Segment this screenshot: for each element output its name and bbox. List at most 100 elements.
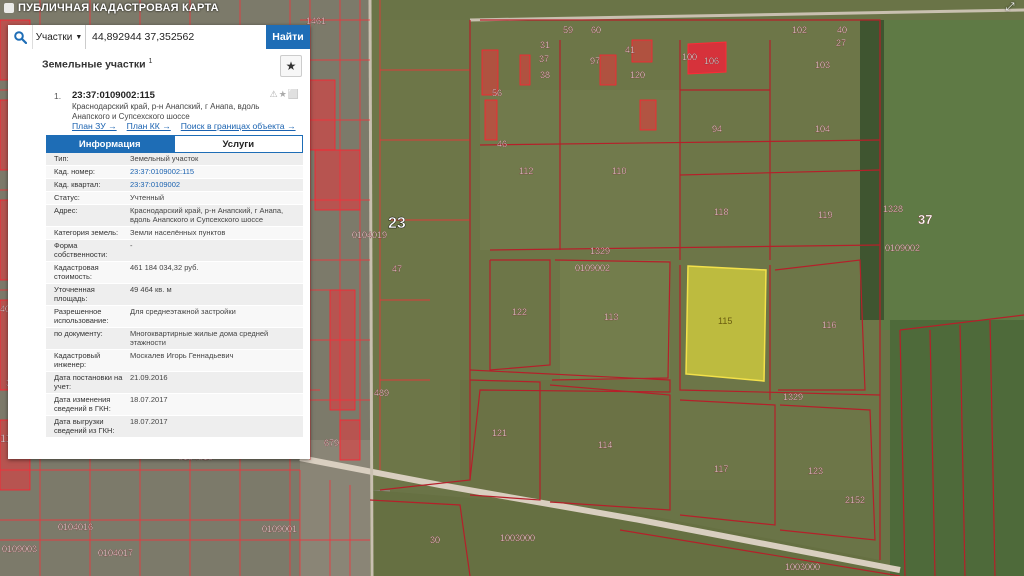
info-row: Уточненная площадь: 49 464 кв. м [46, 284, 303, 306]
row-label: Разрешенное использование: [54, 307, 109, 325]
map-label: 37 [918, 212, 932, 227]
fullscreen-icon[interactable]: ⤢ [1000, 0, 1020, 14]
card-actions: ⚠★⬜ [270, 89, 300, 100]
map-label: 103 [815, 60, 830, 70]
row-value: 461 184 034,32 руб. [130, 263, 199, 272]
map-label: 1328 [883, 204, 903, 214]
chevron-down-icon: ▼ [75, 33, 83, 41]
results-title: Земельные участки 1 [42, 58, 153, 71]
search-panel: Участки ▼ Найти Земельные участки 1 ★ 1.… [8, 25, 310, 459]
map-label: 113 [604, 312, 618, 322]
row-label: Кадастровый инженер: [54, 351, 101, 369]
map-label: 1329 [783, 392, 803, 402]
info-row: Кад. номер: 23:37:0109002:115 [46, 166, 303, 179]
info-row: Тип: Земельный участок [46, 153, 303, 166]
tab-services[interactable]: Услуги [173, 135, 303, 153]
cadastral-number[interactable]: 23:37:0109002:115 [72, 90, 155, 101]
map-label: 27 [836, 38, 846, 48]
row-label: по документу: [54, 329, 103, 338]
app-logo-icon[interactable] [4, 3, 14, 13]
expand-icon[interactable]: ⬜ [288, 89, 300, 99]
map-label: 118 [714, 207, 728, 217]
warning-icon[interactable]: ⚠ [270, 89, 279, 99]
map-label: 102 [792, 25, 807, 35]
map-label: 121 [492, 428, 507, 438]
search-icon[interactable] [8, 25, 33, 49]
map-label: 117 [714, 464, 728, 474]
cad-block-link[interactable]: 23:37:0109002 [130, 180, 303, 189]
results-count: 1 [148, 58, 153, 65]
row-label: Дата постановки на учет: [54, 373, 123, 391]
search-scope-label: Участки [35, 31, 73, 43]
map-label: 112 [519, 166, 533, 176]
map-label: 0109002 [885, 243, 920, 253]
star-icon: ★ [285, 59, 297, 73]
map-label: 0104019 [352, 230, 387, 240]
map-label: 94 [712, 124, 722, 134]
map-label: 0109002 [575, 263, 610, 273]
map-label: 47 [392, 264, 402, 274]
tab-information[interactable]: Информация [46, 135, 174, 153]
info-row: Дата выгрузки сведений из ГКН: 18.07.2017 [46, 416, 303, 438]
plan-kk-link[interactable]: План КК → [127, 121, 171, 131]
map-label: 122 [512, 307, 527, 317]
favorite-star-button[interactable]: ★ [280, 55, 302, 77]
info-row: по документу: Многоквартирные жилые дома … [46, 328, 303, 350]
search-input[interactable] [86, 25, 266, 49]
row-value: Для среднеэтажной застройки [130, 307, 236, 316]
plan-zu-link[interactable]: План ЗУ → [72, 121, 117, 131]
map-label: 1003000 [785, 562, 820, 572]
map-label: 679 [324, 438, 339, 448]
map-label: 120 [630, 70, 645, 80]
row-label: Тип: [54, 154, 69, 163]
map-label: 1329 [590, 246, 610, 256]
map-label: 0104017 [98, 548, 133, 558]
info-row: Адрес: Краснодарский край, р-н Анапский, … [46, 205, 303, 227]
map-label: 123 [808, 466, 823, 476]
row-label: Форма собственности: [54, 241, 108, 259]
row-label: Кад. квартал: [54, 180, 101, 189]
map-label: 56 [492, 88, 502, 98]
info-row: Кадастровая стоимость: 461 184 034,32 руб… [46, 262, 303, 284]
map-label: 115 [718, 316, 732, 326]
parcel-links: План ЗУ → План КК → Поиск в границах объ… [72, 121, 296, 131]
info-row: Форма собственности: - [46, 240, 303, 262]
map-label: 38 [540, 70, 550, 80]
map-label: 59 [563, 25, 573, 35]
row-value: 49 464 кв. м [130, 285, 172, 294]
row-value: Земельный участок [130, 154, 199, 163]
map-label: 60 [591, 25, 601, 35]
info-row: Разрешенное использование: Для среднеэтаж… [46, 306, 303, 328]
map-label: 114 [598, 440, 612, 450]
row-label: Категория земель: [54, 228, 119, 237]
search-scope-select[interactable]: Участки ▼ [33, 25, 86, 49]
row-label: Адрес: [54, 206, 78, 215]
row-label: Дата выгрузки сведений из ГКН: [54, 417, 115, 435]
row-value: 21.09.2016 [130, 373, 168, 382]
map-label: 0104016 [58, 522, 93, 532]
row-value: 18.07.2017 [130, 417, 168, 426]
search-in-bounds-link[interactable]: Поиск в границах объекта → [181, 121, 296, 131]
map-label: 489 [374, 388, 389, 398]
cad-number-link[interactable]: 23:37:0109002:115 [130, 167, 303, 176]
map-label: 30 [430, 535, 440, 545]
parcel-address: Краснодарский край, р-н Анапский, г Анап… [72, 102, 260, 121]
row-value: Учтенный [130, 193, 165, 202]
map-label: 100 [682, 52, 697, 62]
row-value: Москалев Игорь Геннадьевич [130, 351, 234, 360]
row-value: Многоквартирные жилые дома средней этажн… [130, 329, 269, 347]
info-row: Дата постановки на учет: 21.09.2016 [46, 372, 303, 394]
info-table: Тип: Земельный участок Кад. номер: 23:37:0… [46, 153, 303, 438]
row-value: - [130, 241, 133, 250]
map-label: 116 [822, 320, 836, 330]
star-outline-icon[interactable]: ★ [279, 89, 288, 99]
map-label: 0109003 [2, 544, 37, 554]
map-label: 23 [388, 215, 406, 232]
map-label: 41 [625, 45, 635, 55]
row-label: Дата изменения сведений в ГКН: [54, 395, 111, 413]
info-row: Дата изменения сведений в ГКН: 18.07.2017 [46, 394, 303, 416]
info-row: Кадастровый инженер: Москалев Игорь Генна… [46, 350, 303, 372]
row-value: Земли населённых пунктов [130, 228, 226, 237]
map-label: 97 [590, 56, 600, 66]
find-button[interactable]: Найти [266, 25, 310, 49]
